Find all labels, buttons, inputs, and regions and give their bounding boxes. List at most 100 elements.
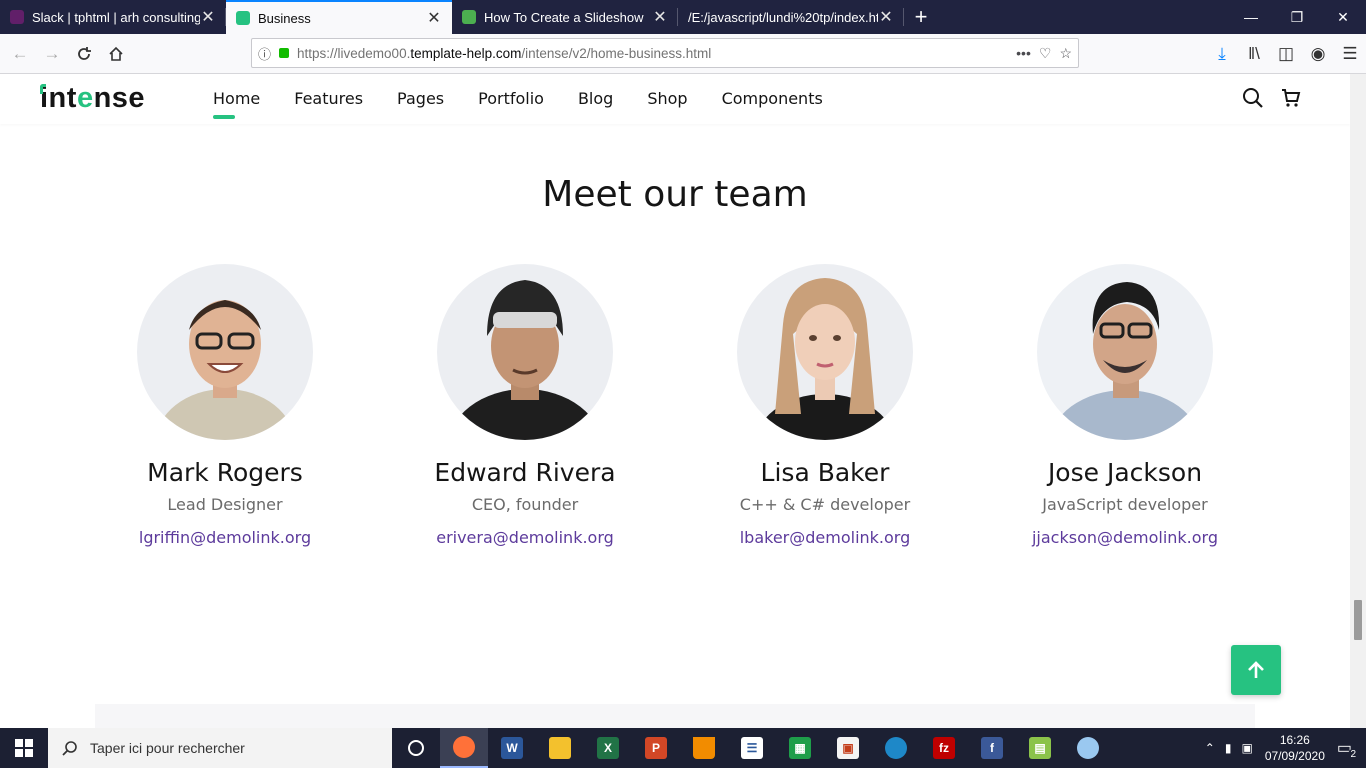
site-logo[interactable]: intense xyxy=(40,82,145,115)
account-icon[interactable]: ◉ xyxy=(1302,38,1334,70)
close-icon[interactable]: ✕ xyxy=(426,8,442,28)
word-taskbar[interactable]: W xyxy=(488,728,536,768)
team-member: Edward Rivera CEO, founder erivera@demol… xyxy=(375,264,675,548)
home-icon xyxy=(109,46,123,61)
edge-taskbar[interactable] xyxy=(872,728,920,768)
section-title: Meet our team xyxy=(542,174,808,215)
powerpoint-taskbar[interactable]: P xyxy=(632,728,680,768)
nav-pages[interactable]: Pages xyxy=(397,89,444,108)
search-icon[interactable] xyxy=(1242,87,1264,109)
home-button[interactable] xyxy=(100,38,132,70)
member-email[interactable]: erivera@demolink.org xyxy=(436,528,614,547)
menu-icon[interactable]: ☰ xyxy=(1334,38,1366,70)
notification-count: 2 xyxy=(1348,749,1358,760)
member-role: Lead Designer xyxy=(167,495,283,514)
close-window-button[interactable]: ✕ xyxy=(1320,0,1366,34)
avatar xyxy=(737,264,913,440)
logo-mark-icon xyxy=(40,84,46,94)
battery-icon[interactable]: ▮ xyxy=(1225,741,1232,755)
team-member: Mark Rogers Lead Designer lgriffin@demol… xyxy=(75,264,375,548)
back-button[interactable]: ← xyxy=(4,38,36,70)
explorer-taskbar[interactable] xyxy=(536,728,584,768)
member-role: CEO, founder xyxy=(471,495,579,514)
new-tab-button[interactable]: + xyxy=(904,0,938,34)
forward-button[interactable]: → xyxy=(36,38,68,70)
address-bar[interactable]: ⓘ https://livedemo00.template-help.com/i… xyxy=(251,38,1079,68)
slides-taskbar[interactable]: ▣ xyxy=(824,728,872,768)
member-email[interactable]: lbaker@demolink.org xyxy=(740,528,911,547)
chart-app-taskbar[interactable]: ▤ xyxy=(1016,728,1064,768)
cart-icon[interactable] xyxy=(1280,87,1302,109)
member-name: Edward Rivera xyxy=(434,458,616,487)
nav-shop[interactable]: Shop xyxy=(647,89,687,108)
nav-blog[interactable]: Blog xyxy=(578,89,613,108)
tab-local-file[interactable]: /E:/javascript/lundi%20tp/index.htm ✕ xyxy=(678,0,904,34)
library-icon[interactable]: ‖\ xyxy=(1238,38,1270,70)
close-icon[interactable]: ✕ xyxy=(200,7,216,27)
star-icon[interactable]: ☆ xyxy=(1059,45,1072,62)
reload-button[interactable] xyxy=(68,38,100,70)
minimize-button[interactable]: — xyxy=(1228,0,1274,34)
sidebar-icon[interactable]: ◫ xyxy=(1270,38,1302,70)
spreadsheet-icon: ▦ xyxy=(789,737,811,759)
network-icon[interactable]: ▣ xyxy=(1241,741,1252,755)
search-icon xyxy=(62,741,77,756)
member-role: C++ & C# developer xyxy=(739,495,911,514)
system-tray: ⌃ ▮ ▣ 16:26 07/09/2020 ▭ 2 xyxy=(1205,732,1366,764)
powerpoint-icon: P xyxy=(645,737,667,759)
windows-icon xyxy=(15,739,33,757)
info-icon[interactable]: ⓘ xyxy=(258,44,271,63)
team-member: Jose Jackson JavaScript developer jjacks… xyxy=(975,264,1275,548)
task-view-icon xyxy=(408,740,424,756)
more-icon[interactable]: ••• xyxy=(1016,45,1031,62)
notepad-taskbar[interactable]: ☰ xyxy=(728,728,776,768)
browser-tab-strip: Slack | tphtml | arh consulting ✕ Busine… xyxy=(0,0,1366,34)
excel-taskbar[interactable]: X xyxy=(584,728,632,768)
excel-icon: X xyxy=(597,737,619,759)
facebook-taskbar[interactable]: f xyxy=(968,728,1016,768)
folder-icon xyxy=(549,737,571,759)
member-email[interactable]: jjackson@demolink.org xyxy=(1032,528,1218,547)
nav-components[interactable]: Components xyxy=(722,89,823,108)
main-nav: Home Features Pages Portfolio Blog Shop … xyxy=(213,89,857,119)
tab-title: /E:/javascript/lundi%20tp/index.htm xyxy=(688,9,878,25)
close-icon[interactable]: ✕ xyxy=(878,7,894,27)
task-view-button[interactable] xyxy=(392,728,440,768)
member-role: JavaScript developer xyxy=(1042,495,1208,514)
pocket-icon[interactable]: ♡ xyxy=(1039,45,1052,62)
taskbar-search[interactable]: Taper ici pour rechercher xyxy=(48,728,392,768)
filezilla-icon: fz xyxy=(933,737,955,759)
notification-icon[interactable]: ▭ 2 xyxy=(1337,738,1358,760)
edge-icon xyxy=(885,737,907,759)
nav-home[interactable]: Home xyxy=(213,89,260,119)
scroll-thumb[interactable] xyxy=(1354,600,1362,640)
tab-slack[interactable]: Slack | tphtml | arh consulting ✕ xyxy=(0,0,226,34)
vlc-icon xyxy=(693,737,715,759)
vlc-taskbar[interactable] xyxy=(680,728,728,768)
filezilla-taskbar[interactable]: fz xyxy=(920,728,968,768)
tab-slideshow[interactable]: How To Create a Slideshow ✕ xyxy=(452,0,678,34)
tab-business[interactable]: Business ✕ xyxy=(226,0,452,34)
clock[interactable]: 16:26 07/09/2020 xyxy=(1265,732,1325,764)
paint-taskbar[interactable] xyxy=(1064,728,1112,768)
chevron-up-icon[interactable]: ⌃ xyxy=(1205,741,1215,755)
member-name: Lisa Baker xyxy=(760,458,890,487)
nav-features[interactable]: Features xyxy=(294,89,363,108)
arrow-up-icon xyxy=(1248,661,1264,678)
download-icon[interactable]: ⤓ xyxy=(1206,38,1238,70)
url-text[interactable]: https://livedemo00.template-help.com/int… xyxy=(297,46,1016,61)
restore-button[interactable]: ❐ xyxy=(1274,0,1320,34)
time: 16:26 xyxy=(1279,733,1310,747)
navigation-toolbar: ← → ⓘ https://livedemo00.template-help.c… xyxy=(0,34,1366,74)
intense-icon xyxy=(236,11,250,25)
close-icon[interactable]: ✕ xyxy=(652,7,668,27)
scroll-to-top-button[interactable] xyxy=(1231,645,1281,695)
sheets-taskbar[interactable]: ▦ xyxy=(776,728,824,768)
start-button[interactable] xyxy=(0,728,48,768)
tab-title: Slack | tphtml | arh consulting xyxy=(32,9,200,25)
firefox-taskbar[interactable] xyxy=(440,728,488,768)
window-controls: — ❐ ✕ xyxy=(1228,0,1366,34)
nav-portfolio[interactable]: Portfolio xyxy=(478,89,544,108)
member-email[interactable]: lgriffin@demolink.org xyxy=(139,528,311,547)
page-scrollbar[interactable] xyxy=(1350,74,1366,728)
